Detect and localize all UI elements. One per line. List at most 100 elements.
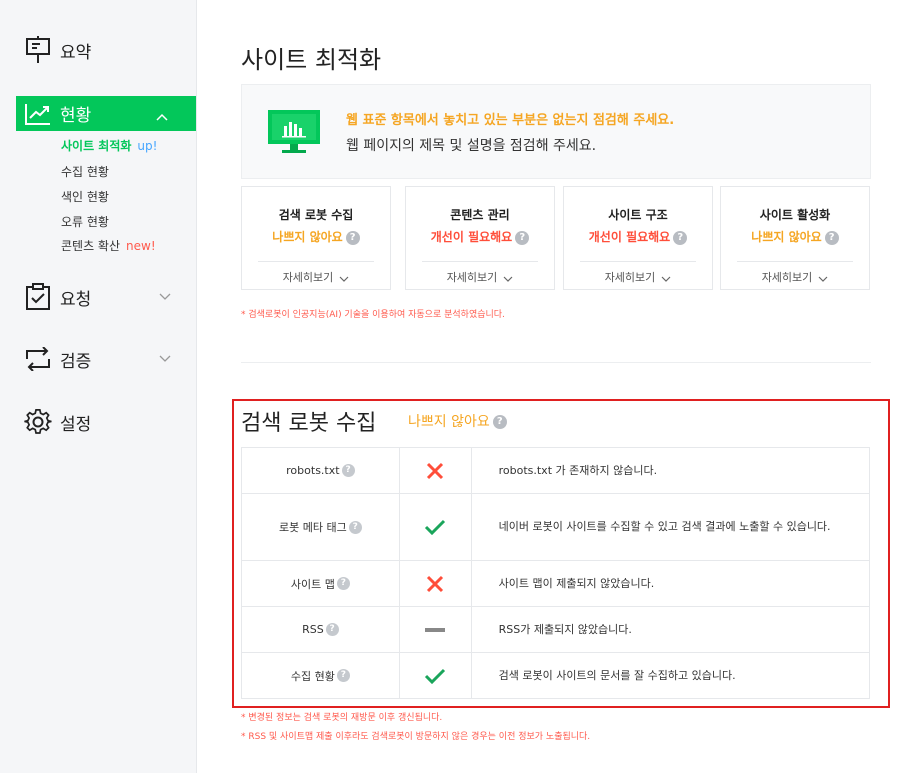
help-icon[interactable]: ? <box>345 230 360 245</box>
crawl-table: robots.txt? robots.txt 가 존재하지 않습니다. 로봇 메… <box>241 447 870 699</box>
card-status: 나쁘지 않아요? <box>242 228 390 245</box>
table-row: 수집 현황? 검색 로봇이 사이트의 문서를 잘 수집하고 있습니다. <box>242 653 870 699</box>
alert-sub-text: 웹 페이지의 제목 및 설명을 점검해 주세요. <box>346 138 597 154</box>
check-icon <box>400 653 472 698</box>
table-row: 사이트 맵? 사이트 맵이 제출되지 않았습니다. <box>242 561 870 607</box>
row-name-text: 수집 현황 <box>290 669 335 683</box>
nav-summary-label: 요약 <box>60 42 92 63</box>
sub-item-label: 사이트 최적화 <box>61 139 132 153</box>
card-more-link[interactable]: 자세히보기 <box>564 269 712 285</box>
card-title: 검색 로봇 수집 <box>278 208 354 222</box>
chevron-down-icon <box>158 290 172 304</box>
chevron-down-icon <box>818 272 828 285</box>
row-desc: 사이트 맵이 제출되지 않았습니다. <box>472 561 870 606</box>
nav-request-label: 요청 <box>60 289 92 310</box>
section-title: 검색 로봇 수집 <box>241 411 377 436</box>
card-status: 개선이 필요해요? <box>406 228 554 245</box>
trend-chart-icon <box>24 100 52 128</box>
up-badge: up! <box>137 139 158 153</box>
card-more-link[interactable]: 자세히보기 <box>406 269 554 285</box>
sub-item-label: 색인 현황 <box>61 190 109 204</box>
card-status-text: 나쁘지 않아요 <box>751 230 822 244</box>
chevron-down-icon <box>661 272 671 285</box>
row-name-text: RSS <box>302 623 324 636</box>
row-name-text: robots.txt <box>286 464 340 477</box>
row-name: 로봇 메타 태그? <box>242 494 400 560</box>
row-desc: RSS가 제출되지 않았습니다. <box>472 607 870 652</box>
help-icon[interactable]: ? <box>824 230 839 245</box>
card-status: 개선이 필요해요? <box>564 228 712 245</box>
x-mark-icon <box>400 561 472 606</box>
card-more-label: 자세히보기 <box>761 271 813 284</box>
sub-item-label: 콘텐츠 확산 <box>61 239 121 253</box>
dash-icon <box>400 607 472 652</box>
help-icon[interactable]: ? <box>325 623 339 636</box>
chevron-up-icon <box>156 106 168 125</box>
card-content: 콘텐츠 관리 개선이 필요해요? 자세히보기 <box>405 186 555 290</box>
sub-item-error-status[interactable]: 오류 현황 <box>61 213 109 230</box>
help-icon[interactable]: ? <box>336 577 350 590</box>
sub-item-content-spread[interactable]: 콘텐츠 확산 new! <box>61 237 156 254</box>
section-status-text: 나쁘지 않아요 <box>408 414 490 430</box>
footnote-rss: * RSS 및 사이트맵 제출 이후라도 검색로봇이 방문하지 않은 경우는 이… <box>241 732 591 742</box>
nav-status-label: 현황 <box>60 106 92 126</box>
ai-analysis-note: * 검색로봇이 인공지능(AI) 기술을 이용하여 자동으로 분석하였습니다. <box>241 310 505 320</box>
sub-item-crawl-status[interactable]: 수집 현황 <box>61 163 109 180</box>
table-row: robots.txt? robots.txt 가 존재하지 않습니다. <box>242 448 870 494</box>
help-icon[interactable]: ? <box>336 669 350 682</box>
card-more-label: 자세히보기 <box>604 271 656 284</box>
chevron-down-icon <box>339 272 349 285</box>
row-name-text: 로봇 메타 태그 <box>279 521 347 534</box>
help-icon[interactable]: ? <box>341 464 355 477</box>
sub-item-label: 오류 현황 <box>61 215 109 229</box>
row-name: 수집 현황? <box>242 653 400 698</box>
divider <box>258 261 374 262</box>
clipboard-check-icon <box>24 283 52 311</box>
nav-verify-label: 검증 <box>60 351 92 372</box>
help-icon[interactable]: ? <box>515 230 530 245</box>
row-desc: 검색 로봇이 사이트의 문서를 잘 수집하고 있습니다. <box>472 653 870 698</box>
card-status-text: 개선이 필요해요 <box>430 230 513 244</box>
card-more-link[interactable]: 자세히보기 <box>242 269 390 285</box>
new-badge: new! <box>126 239 156 253</box>
nav-status[interactable]: 현황 <box>16 96 196 131</box>
section-divider <box>241 362 871 363</box>
card-title: 사이트 구조 <box>608 208 668 222</box>
sub-item-site-optimization[interactable]: 사이트 최적화 up! <box>61 137 157 154</box>
table-row: 로봇 메타 태그? 네이버 로봇이 사이트를 수집할 수 있고 검색 결과에 노… <box>242 494 870 561</box>
alert-main-text: 웹 표준 항목에서 놓치고 있는 부분은 없는지 점검해 주세요. <box>346 113 675 128</box>
sub-item-index-status[interactable]: 색인 현황 <box>61 188 109 205</box>
nav-request[interactable]: 요청 <box>24 280 171 314</box>
card-more-label: 자세히보기 <box>282 271 334 284</box>
card-more-link[interactable]: 자세히보기 <box>721 269 869 285</box>
divider <box>422 261 538 262</box>
help-icon[interactable]: ? <box>673 230 688 245</box>
presentation-board-icon <box>24 36 52 64</box>
monitor-chart-icon <box>268 110 320 158</box>
card-crawl: 검색 로봇 수집 나쁘지 않아요? 자세히보기 <box>241 186 391 290</box>
card-title: 사이트 활성화 <box>759 208 831 222</box>
nav-settings[interactable]: 설정 <box>24 405 91 439</box>
divider <box>580 261 696 262</box>
card-activation: 사이트 활성화 나쁘지 않아요? 자세히보기 <box>720 186 870 290</box>
card-status: 나쁘지 않아요? <box>721 228 869 245</box>
card-structure: 사이트 구조 개선이 필요해요? 자세히보기 <box>563 186 713 290</box>
card-status-text: 나쁘지 않아요 <box>272 230 343 244</box>
sidebar: 요약 현황 사이트 최적화 up! 수집 현황 색인 현황 오류 현황 콘텐츠 확… <box>0 0 197 773</box>
footnote-refresh: * 변경된 정보는 검색 로봇의 재방문 이후 갱신됩니다. <box>241 713 443 723</box>
sub-item-label: 수집 현황 <box>61 165 109 179</box>
row-name: 사이트 맵? <box>242 561 400 606</box>
row-desc: 네이버 로봇이 사이트를 수집할 수 있고 검색 결과에 노출할 수 있습니다. <box>472 494 870 560</box>
nav-verify[interactable]: 검증 <box>24 342 171 376</box>
chevron-down-icon <box>503 272 513 285</box>
swap-arrows-icon <box>24 345 52 373</box>
table-row: RSS? RSS가 제출되지 않았습니다. <box>242 607 870 653</box>
nav-settings-label: 설정 <box>60 414 92 435</box>
card-more-label: 자세히보기 <box>446 271 498 284</box>
card-status-text: 개선이 필요해요 <box>588 230 671 244</box>
row-name: robots.txt? <box>242 448 400 493</box>
help-icon[interactable]: ? <box>348 520 362 534</box>
alert-box: 웹 표준 항목에서 놓치고 있는 부분은 없는지 점검해 주세요. 웹 페이지의… <box>241 84 871 179</box>
nav-summary[interactable]: 요약 <box>24 33 91 67</box>
help-icon[interactable]: ? <box>492 415 507 429</box>
